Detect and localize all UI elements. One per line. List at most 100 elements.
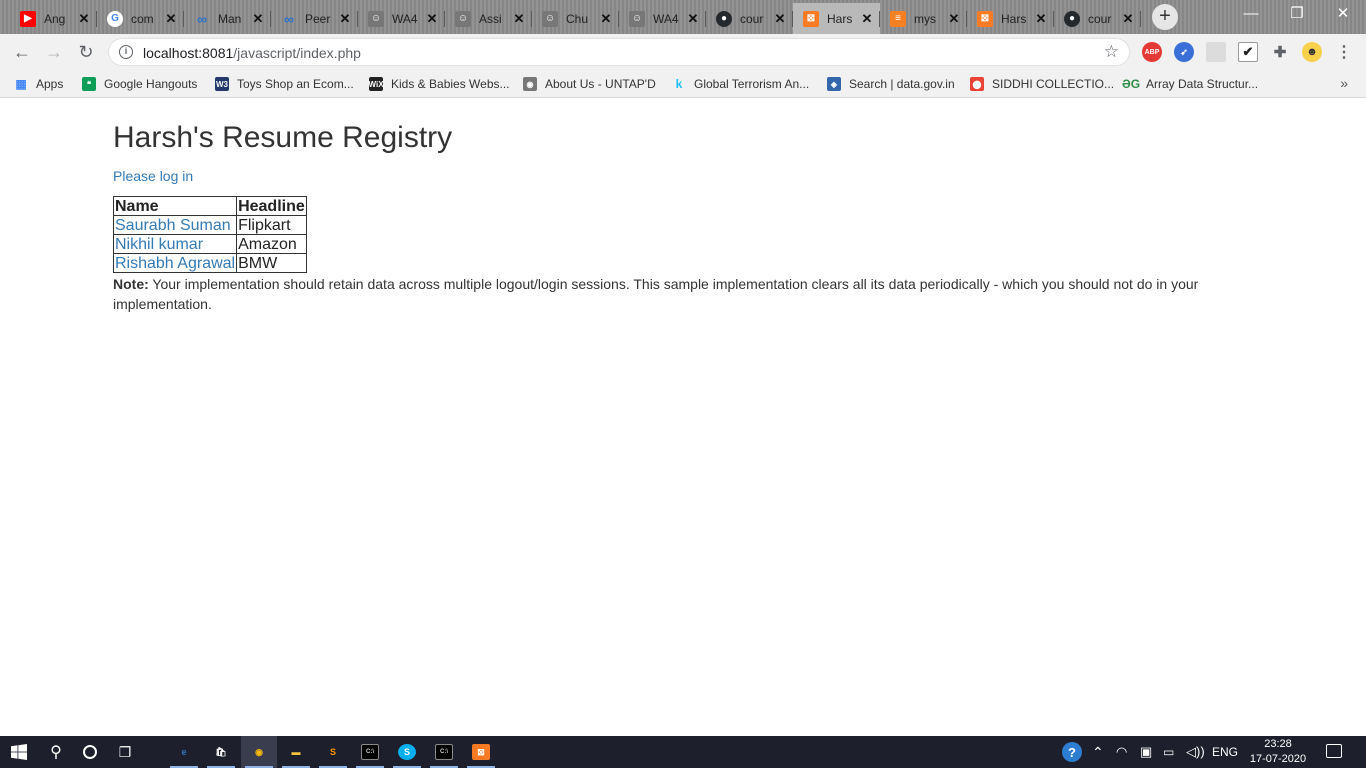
site-info-icon[interactable]: i <box>119 45 133 59</box>
browser-tab[interactable]: ☺ WA4 ✕ <box>358 3 445 34</box>
tab-title: WA4 <box>392 11 418 26</box>
close-tab-icon[interactable]: ✕ <box>164 11 178 26</box>
taskbar-app[interactable]: ◉ <box>241 736 277 768</box>
xampp-icon: ⊠ <box>803 10 819 27</box>
chevron-up-icon[interactable]: ⌃ <box>1092 736 1104 768</box>
chrome-icon: ◉ <box>255 746 263 757</box>
wifi-icon[interactable]: ◠ <box>1116 736 1127 768</box>
menu-kebab-icon[interactable]: ⋮ <box>1334 42 1354 62</box>
rocket-extension-icon[interactable]: ➶ <box>1174 42 1194 62</box>
w3schools-icon: W3 <box>215 77 229 91</box>
tab-title: Ang <box>44 11 66 26</box>
cortana-button[interactable] <box>72 736 108 768</box>
bookmark-label: SIDDHI COLLECTIO... <box>992 77 1115 91</box>
bookmark-item[interactable]: ◈ Search | data.gov.in <box>827 76 955 92</box>
profile-link[interactable]: Saurabh Suman <box>115 217 231 234</box>
profile-link[interactable]: Nikhil kumar <box>115 236 203 253</box>
maps-pin-icon: ⬤ <box>970 77 984 91</box>
reload-button[interactable]: ↻ <box>74 40 98 64</box>
close-tab-icon[interactable]: ✕ <box>599 11 613 26</box>
browser-tab[interactable]: ▶ Ang ✕ <box>10 3 97 34</box>
taskbar-app[interactable]: 🛍 <box>203 736 239 768</box>
battery-icon[interactable]: ▭ <box>1163 736 1174 768</box>
search-button[interactable]: ⚲ <box>38 736 74 768</box>
close-tab-icon[interactable]: ✕ <box>251 11 265 26</box>
profile-link[interactable]: Rishabh Agrawal <box>115 255 235 272</box>
taskbar-app[interactable]: C:\ <box>426 736 462 768</box>
language-indicator[interactable]: ENG <box>1212 736 1238 768</box>
skype-icon: S <box>398 744 416 760</box>
profile-avatar[interactable]: ☻ <box>1302 42 1322 62</box>
device-icon[interactable]: ▣ <box>1140 736 1152 768</box>
close-tab-icon[interactable]: ✕ <box>947 11 961 26</box>
close-window-button[interactable]: ✕ <box>1320 0 1366 30</box>
browser-tab[interactable]: ● cour ✕ <box>1054 3 1141 34</box>
back-button[interactable]: ← <box>10 40 34 64</box>
tab-separator <box>1140 11 1141 27</box>
taskbar-app[interactable]: ⊠ <box>463 736 499 768</box>
forward-button[interactable]: → <box>42 40 66 64</box>
browser-tab[interactable]: ☺ Assi ✕ <box>445 3 532 34</box>
github-icon: ● <box>716 10 732 27</box>
close-tab-icon[interactable]: ✕ <box>1121 11 1135 26</box>
browser-tab[interactable]: ∞ Man ✕ <box>184 3 271 34</box>
checkbox-extension-icon[interactable]: ✔ <box>1238 42 1258 62</box>
minimize-button[interactable]: — <box>1228 0 1274 30</box>
close-tab-icon[interactable]: ✕ <box>860 11 874 26</box>
url-host: localhost:8081 <box>143 45 234 61</box>
taskbar-app[interactable]: C:\ <box>352 736 388 768</box>
resume-table: Name Headline Saurabh Suman Flipkart Nik… <box>112 196 307 273</box>
puzzle-extensions-icon[interactable]: ✚ <box>1270 42 1290 62</box>
close-tab-icon[interactable]: ✕ <box>425 11 439 26</box>
login-link[interactable]: Please log in <box>113 168 193 184</box>
taskbar-app[interactable]: e <box>166 736 202 768</box>
bookmark-item[interactable]: WiX Kids & Babies Webs... <box>368 76 510 92</box>
close-tab-icon[interactable]: ✕ <box>686 11 700 26</box>
datagov-icon: ◈ <box>827 77 841 91</box>
close-tab-icon[interactable]: ✕ <box>338 11 352 26</box>
bookmark-star-icon[interactable]: ☆ <box>1104 42 1119 62</box>
volume-icon[interactable]: ◁)) <box>1186 736 1205 768</box>
clock-date: 17-07-2020 <box>1249 753 1307 765</box>
bookmark-item[interactable]: ◉ About Us - UNTAP'D <box>523 76 656 92</box>
headline-cell: BMW <box>236 253 307 273</box>
bookmark-item[interactable]: k Global Terrorism An... <box>672 76 810 92</box>
help-tray-icon[interactable]: ? <box>1062 736 1082 768</box>
bookmark-item[interactable]: ƏG Array Data Structur... <box>1122 76 1258 92</box>
close-tab-icon[interactable]: ✕ <box>1034 11 1048 26</box>
search-icon: ⚲ <box>50 744 62 761</box>
cmd-icon: C:\ <box>361 744 379 760</box>
close-tab-icon[interactable]: ✕ <box>773 11 787 26</box>
start-button[interactable] <box>0 736 38 768</box>
browser-tab[interactable]: ☺ Chu ✕ <box>532 3 619 34</box>
close-tab-icon[interactable]: ✕ <box>512 11 526 26</box>
url-text[interactable]: localhost:8081/javascript/index.php <box>143 45 361 61</box>
file-explorer-icon: ▬ <box>291 747 301 757</box>
bookmark-item[interactable]: ⬤ SIDDHI COLLECTIO... <box>970 76 1114 92</box>
taskbar-app[interactable]: ▬ <box>278 736 314 768</box>
browser-tab[interactable]: ∞ Peer ✕ <box>271 3 358 34</box>
bookmark-item[interactable]: ❝ Google Hangouts <box>82 76 197 92</box>
adblock-plus-icon[interactable]: ABP <box>1142 42 1162 62</box>
browser-tab[interactable]: ☺ WA4 ✕ <box>619 3 706 34</box>
clock[interactable]: 23:28 17-07-2020 <box>1248 737 1308 767</box>
close-tab-icon[interactable]: ✕ <box>77 11 91 26</box>
task-view-button[interactable]: ❐ <box>107 736 143 768</box>
clock-time: 23:28 <box>1264 738 1292 750</box>
taskbar-app[interactable]: S <box>389 736 425 768</box>
browser-tab[interactable]: Gcom ✕ <box>97 3 184 34</box>
address-bar[interactable]: i localhost:8081/javascript/index.php ☆ <box>108 38 1130 66</box>
extension-icon[interactable] <box>1206 42 1226 62</box>
new-tab-button[interactable]: + <box>1152 4 1178 30</box>
browser-tab[interactable]: ≡ mys ✕ <box>880 3 967 34</box>
notifications-icon[interactable] <box>1326 744 1342 758</box>
browser-tab[interactable]: ⊠ Hars ✕ <box>967 3 1054 34</box>
bookmarks-overflow-button[interactable]: » <box>1340 75 1348 91</box>
page-title: Harsh's Resume Registry <box>113 121 453 154</box>
taskbar-app[interactable]: S <box>315 736 351 768</box>
browser-tab[interactable]: ● cour ✕ <box>706 3 793 34</box>
bookmark-item[interactable]: ▦ Apps <box>14 76 63 92</box>
maximize-button[interactable]: ❐ <box>1274 0 1320 30</box>
browser-tab[interactable]: ⊠ Hars ✕ <box>793 3 880 34</box>
bookmark-item[interactable]: W3 Toys Shop an Ecom... <box>215 76 354 92</box>
